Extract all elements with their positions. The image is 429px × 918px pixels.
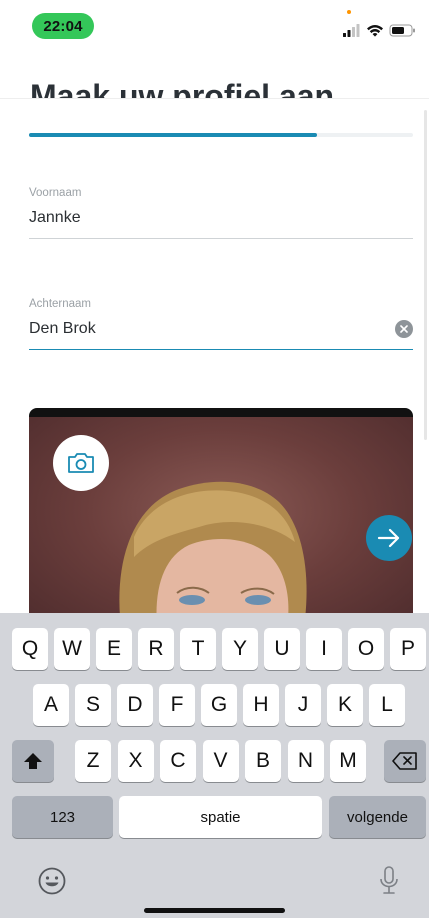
first-name-field[interactable]: Voornaam Jannke [29, 187, 413, 239]
battery-icon [389, 24, 415, 37]
key-u[interactable]: U [264, 628, 300, 670]
key-e[interactable]: E [96, 628, 132, 670]
header: Maak uw profiel aan [0, 50, 429, 99]
last-name-field[interactable]: Achternaam Den Brok [29, 298, 413, 350]
scroll-indicator[interactable] [424, 110, 427, 440]
numbers-key[interactable]: 123 [12, 796, 113, 838]
progress-bar [29, 133, 413, 137]
key-o[interactable]: O [348, 628, 384, 670]
key-j[interactable]: J [285, 684, 321, 726]
status-time: 22:04 [32, 13, 94, 39]
key-v[interactable]: V [202, 740, 239, 782]
page-title: Maak uw profiel aan [30, 78, 335, 99]
keyboard: QWERTYUIOP ASDFGHJKL ZXCVBNM 123 spatie … [0, 613, 429, 918]
emoji-icon [38, 867, 66, 895]
key-g[interactable]: G [201, 684, 237, 726]
progress-fill [29, 133, 317, 137]
space-key[interactable]: spatie [119, 796, 322, 838]
key-q[interactable]: Q [12, 628, 48, 670]
privacy-indicator-dot [347, 10, 351, 14]
microphone-icon [380, 866, 398, 894]
key-h[interactable]: H [243, 684, 279, 726]
key-i[interactable]: I [306, 628, 342, 670]
last-name-underline [29, 349, 413, 350]
key-n[interactable]: N [287, 740, 324, 782]
key-f[interactable]: F [159, 684, 195, 726]
key-p[interactable]: P [390, 628, 426, 670]
wifi-icon [367, 25, 383, 37]
key-t[interactable]: T [180, 628, 216, 670]
key-m[interactable]: M [330, 740, 366, 782]
first-name-underline [29, 238, 413, 239]
camera-button[interactable] [53, 435, 109, 491]
key-z[interactable]: Z [75, 740, 111, 782]
arrow-right-icon [377, 528, 400, 548]
key-r[interactable]: R [138, 628, 174, 670]
clear-input-button[interactable] [395, 320, 413, 338]
next-button[interactable] [366, 515, 412, 561]
emoji-button[interactable] [37, 866, 67, 896]
key-a[interactable]: A [33, 684, 69, 726]
status-bar: 22:04 [0, 0, 429, 50]
status-icons [343, 24, 415, 37]
key-c[interactable]: C [160, 740, 196, 782]
key-w[interactable]: W [54, 628, 90, 670]
cellular-signal-icon [343, 24, 360, 37]
camera-icon [68, 453, 94, 473]
key-l[interactable]: L [369, 684, 405, 726]
return-key[interactable]: volgende [329, 796, 426, 838]
clear-x-icon [400, 325, 408, 333]
key-s[interactable]: S [75, 684, 111, 726]
key-x[interactable]: X [117, 740, 154, 782]
profile-photo-card [29, 408, 413, 618]
key-k[interactable]: K [327, 684, 363, 726]
backspace-key[interactable] [384, 740, 426, 782]
home-indicator [144, 908, 285, 913]
key-d[interactable]: D [117, 684, 153, 726]
last-name-label: Achternaam [29, 298, 92, 310]
key-y[interactable]: Y [222, 628, 258, 670]
backspace-icon [392, 752, 417, 770]
microphone-button[interactable] [378, 865, 400, 897]
shift-icon [24, 753, 42, 769]
first-name-label: Voornaam [29, 187, 82, 199]
last-name-input[interactable]: Den Brok [29, 320, 413, 338]
shift-key[interactable] [12, 740, 54, 782]
key-b[interactable]: B [245, 740, 281, 782]
first-name-input[interactable]: Jannke [29, 209, 413, 227]
